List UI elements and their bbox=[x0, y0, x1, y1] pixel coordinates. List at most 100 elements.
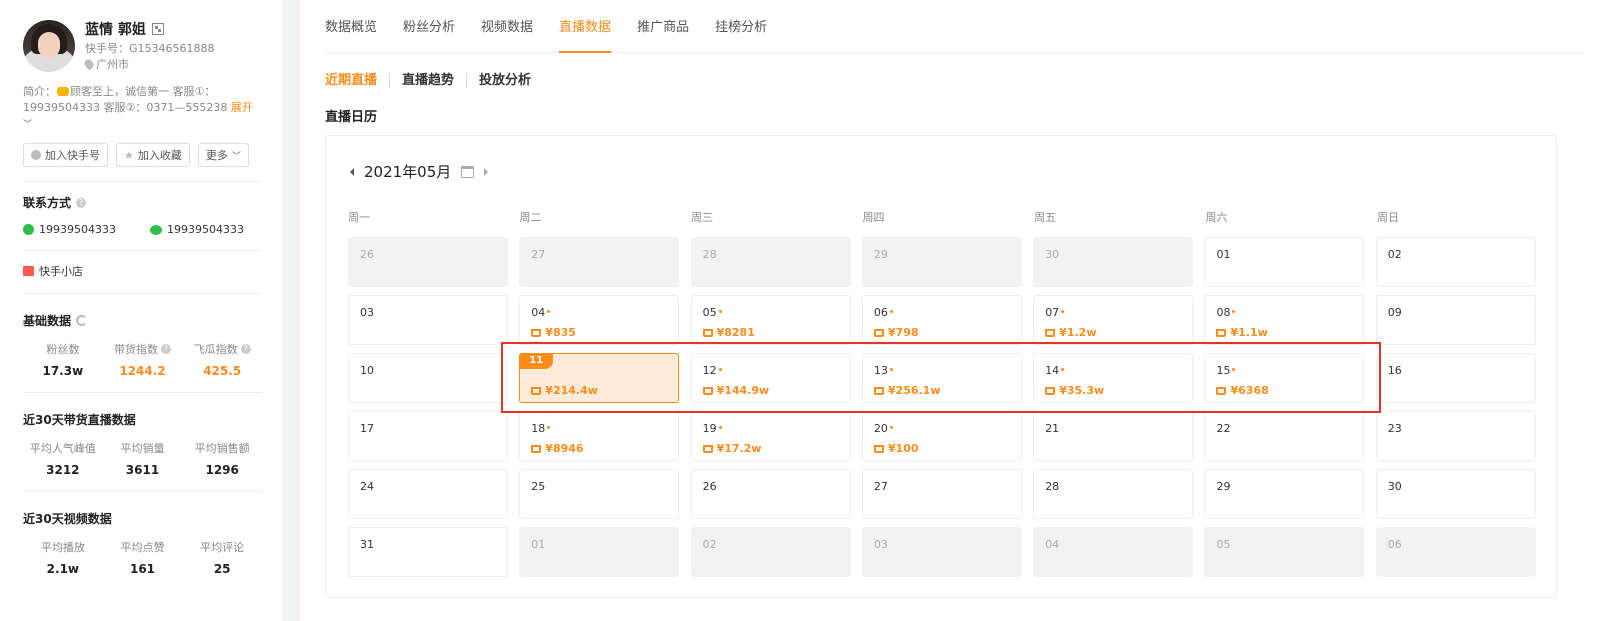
calendar-day[interactable]: 26 bbox=[690, 469, 851, 519]
sales-amount: ¥1.2w bbox=[1059, 326, 1097, 339]
calendar-day[interactable]: 01 bbox=[519, 527, 680, 577]
day-number: 06 bbox=[1387, 538, 1402, 551]
shopping-cart-icon bbox=[1216, 328, 1227, 337]
calendar-day[interactable]: 14 ¥35.3w bbox=[1033, 353, 1194, 403]
help-icon[interactable]: ? bbox=[240, 344, 251, 354]
video30-stats: 平均播放 2.1w 平均点赞 161 平均评论 25 bbox=[23, 539, 262, 576]
calendar-day[interactable]: 27 bbox=[861, 469, 1022, 519]
day-number-row: 22 bbox=[1216, 422, 1230, 435]
calendar-day[interactable]: 13 ¥256.1w bbox=[861, 353, 1022, 403]
shopping-cart-icon bbox=[1216, 386, 1227, 395]
calendar-day[interactable]: 04 bbox=[1033, 527, 1194, 577]
calendar-day[interactable]: 03 bbox=[348, 295, 508, 345]
avatar[interactable] bbox=[23, 20, 75, 72]
day-number-row: 26 bbox=[360, 248, 374, 261]
kuaishou-shop-link[interactable]: 快手小店 bbox=[23, 263, 262, 279]
stat-avg-likes: 平均点赞 161 bbox=[103, 539, 183, 576]
calendar-day[interactable]: 21 bbox=[1033, 411, 1194, 461]
day-sales: ¥35.3w bbox=[1045, 384, 1104, 397]
day-number-row: 16 bbox=[1388, 364, 1402, 377]
calendar-day[interactable]: 15 ¥6368 bbox=[1204, 353, 1365, 403]
calendar-day[interactable]: 06 bbox=[1375, 527, 1536, 577]
calendar-day[interactable]: 10 bbox=[348, 353, 508, 403]
weekday-label: 周二 bbox=[519, 211, 542, 224]
day-number: 04 bbox=[531, 306, 546, 319]
shopping-cart-icon bbox=[873, 328, 884, 337]
calendar-icon[interactable] bbox=[461, 165, 475, 178]
tab-3[interactable]: 直播数据 bbox=[559, 0, 612, 53]
help-icon[interactable]: ? bbox=[161, 344, 171, 354]
day-number-row: 14 bbox=[1045, 364, 1065, 377]
add-favorite-button[interactable]: ★ 加入收藏 bbox=[116, 143, 190, 167]
subtab-1[interactable]: 直播趋势 bbox=[389, 74, 466, 88]
calendar-day[interactable]: 29 bbox=[1204, 469, 1365, 519]
subtab-0[interactable]: 近期直播 bbox=[325, 74, 389, 88]
contact-title-row: 联系方式? bbox=[23, 194, 262, 211]
calendar-day[interactable]: 08 ¥1.1w bbox=[1204, 295, 1365, 345]
calendar-day-selected[interactable]: 1111¥214.4w bbox=[519, 353, 680, 403]
calendar-day[interactable]: 04 ¥835 bbox=[519, 295, 680, 345]
calendar-day[interactable]: 22 bbox=[1204, 411, 1365, 461]
basic-data-section: 基础数据 粉丝数 17.3w 带货指数? 1244.2 飞瓜指数? 425.5 bbox=[23, 294, 262, 393]
calendar-day[interactable]: 06 ¥798 bbox=[861, 295, 1022, 345]
day-sales: ¥8281 bbox=[702, 326, 755, 339]
calendar-day[interactable]: 17 bbox=[348, 411, 508, 461]
tab-4[interactable]: 推广商品 bbox=[637, 0, 689, 53]
tab-1[interactable]: 粉丝分析 bbox=[403, 0, 455, 53]
calendar-day[interactable]: 26 bbox=[348, 237, 508, 287]
calendar-day[interactable]: 01 bbox=[1204, 237, 1365, 287]
calendar-day[interactable]: 29 bbox=[861, 237, 1022, 287]
day-number: 23 bbox=[1387, 422, 1402, 435]
calendar-day[interactable]: 09 bbox=[1375, 295, 1536, 345]
day-number-row: 06 bbox=[1388, 538, 1402, 551]
sales-amount: ¥35.3w bbox=[1059, 384, 1105, 397]
day-number-row: 15 bbox=[1216, 364, 1236, 377]
tab-5[interactable]: 挂榜分析 bbox=[715, 0, 767, 53]
calendar-day[interactable]: 24 bbox=[348, 469, 508, 519]
calendar-day[interactable]: 30 bbox=[1375, 469, 1536, 519]
calendar-day[interactable]: 03 bbox=[861, 527, 1022, 577]
more-button[interactable]: 更多 ﹀ bbox=[197, 143, 249, 167]
day-number-row: 05 bbox=[703, 306, 722, 319]
calendar-day[interactable]: 02 bbox=[1375, 237, 1536, 287]
calendar-day[interactable]: 18 ¥8946 bbox=[519, 411, 680, 461]
day-number-row: 23 bbox=[1388, 422, 1402, 435]
calendar-day[interactable]: 19 ¥17.2w bbox=[690, 411, 851, 461]
profile-name: 蓝情 郭姐 bbox=[85, 22, 146, 38]
calendar-day[interactable]: 25 bbox=[519, 469, 680, 519]
calendar-day[interactable]: 12 ¥144.9w bbox=[690, 353, 851, 403]
day-sales: ¥1.1w bbox=[1216, 326, 1268, 339]
day-number: 15 bbox=[1216, 364, 1231, 377]
next-month-icon[interactable] bbox=[484, 167, 489, 176]
calendar-day[interactable]: 20 ¥100 bbox=[861, 411, 1022, 461]
tab-2[interactable]: 视频数据 bbox=[481, 0, 533, 53]
day-number-row: 08 bbox=[1216, 306, 1236, 319]
calendar-day[interactable]: 31 bbox=[348, 527, 508, 577]
qr-code-icon[interactable] bbox=[151, 23, 164, 35]
prev-month-icon[interactable] bbox=[350, 167, 354, 176]
subtab-2[interactable]: 投放分析 bbox=[466, 74, 543, 88]
main-tabs: 数据概览 粉丝分析 视频数据 直播数据 推广商品 挂榜分析 bbox=[325, 0, 1584, 53]
calendar-day[interactable]: 07 ¥1.2w bbox=[1033, 295, 1194, 345]
month-label[interactable]: 2021年05月 bbox=[364, 161, 451, 182]
tab-0[interactable]: 数据概览 bbox=[325, 0, 377, 53]
refresh-icon[interactable] bbox=[76, 315, 88, 326]
calendar-day[interactable]: 02 bbox=[690, 527, 851, 577]
weekday-label: 周三 bbox=[691, 211, 713, 224]
day-number-row: 07 bbox=[1045, 306, 1065, 319]
day-number-row: 24 bbox=[360, 480, 374, 493]
calendar-day[interactable]: 05 bbox=[1204, 527, 1365, 577]
calendar-day[interactable]: 16 bbox=[1375, 353, 1536, 403]
contact-phone[interactable]: 19939504333 bbox=[23, 223, 116, 236]
calendar-day[interactable]: 23 bbox=[1375, 411, 1536, 461]
calendar-day[interactable]: 30 bbox=[1033, 237, 1194, 287]
calendar-day[interactable]: 27 bbox=[519, 237, 680, 287]
help-icon[interactable]: ? bbox=[76, 197, 87, 208]
contact-wechat[interactable]: 19939504333 bbox=[149, 223, 244, 236]
add-kuaishou-button[interactable]: 加入快手号 bbox=[23, 143, 108, 167]
day-number: 28 bbox=[1045, 480, 1060, 493]
calendar-day[interactable]: 28 bbox=[1033, 469, 1194, 519]
day-number: 06 bbox=[873, 306, 888, 319]
calendar-day[interactable]: 28 bbox=[690, 237, 851, 287]
calendar-day[interactable]: 05 ¥8281 bbox=[690, 295, 851, 345]
